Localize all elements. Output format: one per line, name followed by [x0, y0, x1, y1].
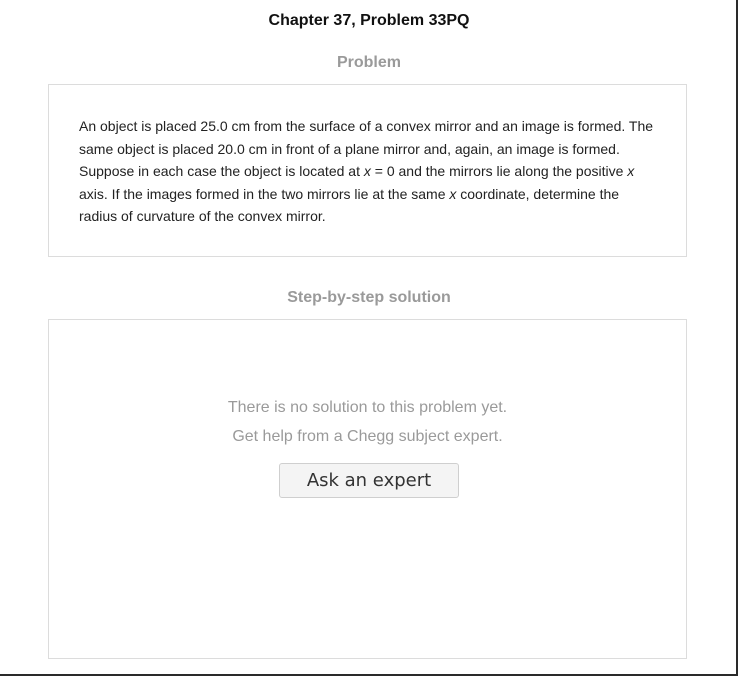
solution-heading: Step-by-step solution	[287, 289, 451, 306]
problem-heading: Problem	[336, 54, 401, 71]
get-help-message: Get help from a Chegg subject expert.	[232, 428, 503, 445]
problem-card: An object is placed 25.0 cm from the sur…	[48, 84, 687, 257]
solution-card: There is no solution to this problem yet…	[48, 319, 687, 659]
ask-an-expert-button[interactable]: Ask an expert	[279, 463, 459, 498]
no-solution-message: There is no solution to this problem yet…	[227, 399, 508, 416]
variable-x: x	[363, 163, 371, 179]
page-title: Chapter 37, Problem 33PQ	[268, 12, 470, 29]
problem-text-segment: = 0 and the mirrors lie along the positi…	[370, 163, 628, 179]
problem-text: An object is placed 25.0 cm from the sur…	[79, 115, 656, 228]
problem-text-segment: axis. If the images formed in the two mi…	[79, 185, 450, 202]
variable-x: x	[627, 163, 635, 179]
